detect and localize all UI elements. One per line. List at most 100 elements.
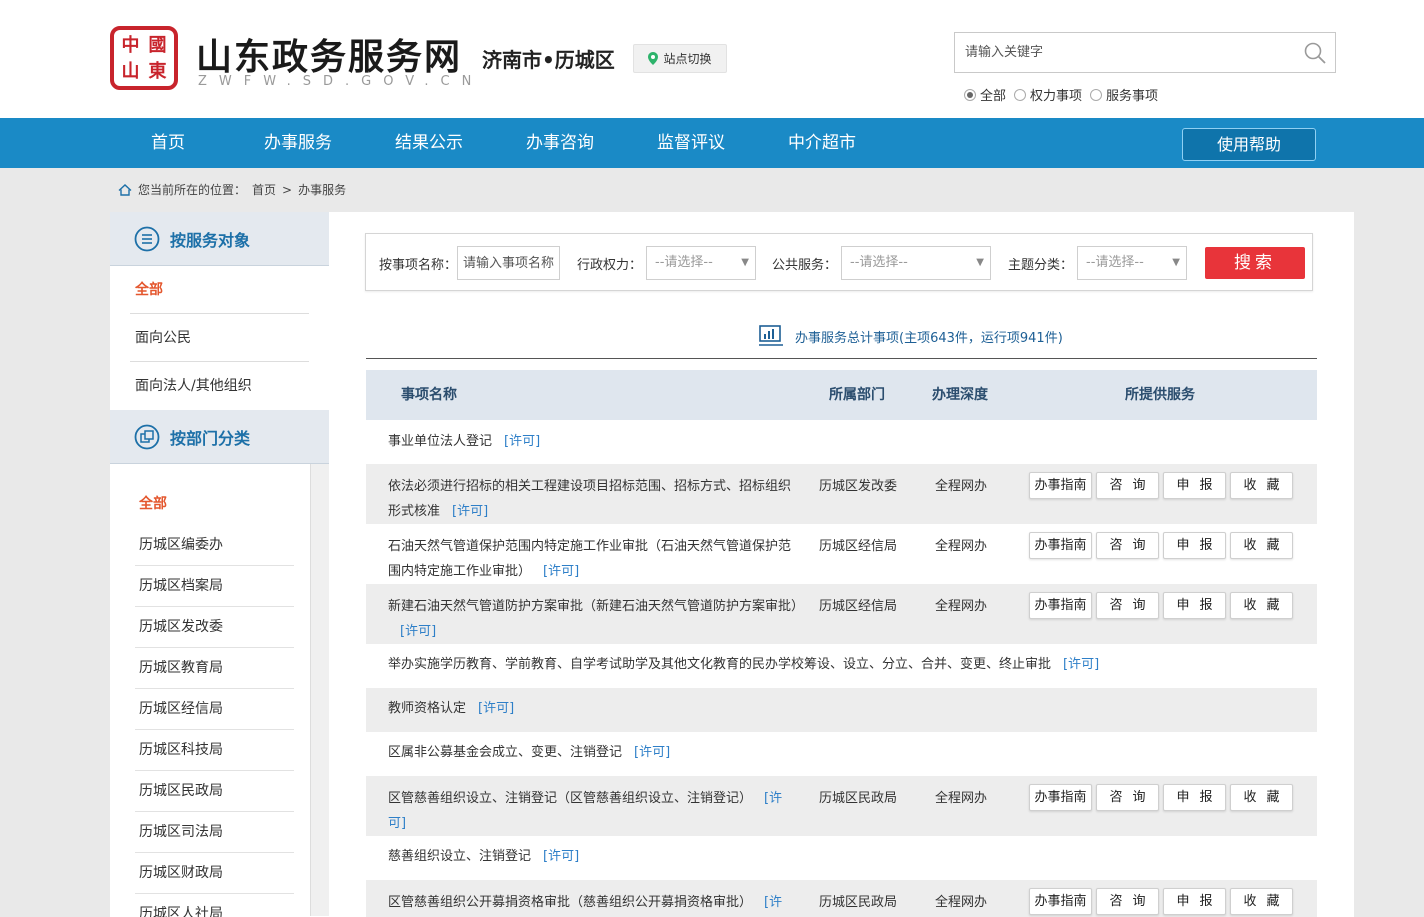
favorite-button[interactable]: 收藏 [1230,592,1293,619]
consult-button[interactable]: 咨询 [1096,784,1159,811]
object-item-legal[interactable]: 面向法人/其他组织 [130,362,309,410]
search-icon[interactable] [1295,33,1335,72]
public-filter-select[interactable]: --请选择-- ▼ [841,246,991,280]
item-depth: 全程网办 [935,539,988,554]
item-title: 新建石油天然气管道防护方案审批（新建石油天然气管道防护方案审批） [388,599,805,614]
scope-label: 服务事项 [1106,89,1159,104]
object-item-citizen[interactable]: 面向公民 [130,314,309,362]
item-name[interactable]: 区管慈善组织公开募捐资格审批（慈善组织公开募捐资格审批）[许可] [388,890,798,917]
item-title: 慈善组织设立、注销登记 [388,849,532,864]
dept-item[interactable]: 历城区经信局 [135,689,294,730]
item-name[interactable]: 区管慈善组织设立、注销登记（区管慈善组织设立、注销登记） [许可] [388,786,798,836]
by-object-header: 按服务对象 [110,212,329,266]
favorite-button[interactable]: 收藏 [1230,472,1293,499]
item-name[interactable]: 新建石油天然气管道防护方案审批（新建石油天然气管道防护方案审批） [许可] [388,594,804,644]
dept-item[interactable]: 历城区教育局 [135,648,294,689]
dept-item[interactable]: 历城区司法局 [135,812,294,853]
apply-button[interactable]: 申报 [1163,592,1226,619]
radio-icon [1090,88,1103,101]
item-name[interactable]: 慈善组织设立、注销登记 [许可] [388,844,798,869]
scope-option-all[interactable]: 全部 [964,85,1006,104]
favorite-button[interactable]: 收藏 [1230,532,1293,559]
dept-scrollbar[interactable] [310,464,329,916]
topic-filter-select[interactable]: --请选择-- ▼ [1077,246,1187,280]
site-title[interactable]: 山东政务服务网 [196,28,462,80]
filter-search-button[interactable]: 搜索 [1205,247,1305,279]
nav-item-consult[interactable]: 办事咨询 [526,118,594,168]
table-row: 新建石油天然气管道防护方案审批（新建石油天然气管道防护方案审批） [许可] 历城区… [366,584,1317,644]
item-title: 区属非公募基金会成立、变更、注销登记 [388,745,623,760]
apply-button[interactable]: 申报 [1163,888,1226,915]
nav-item-results[interactable]: 结果公示 [395,118,463,168]
item-name[interactable]: 举办实施学历教育、学前教育、自学考试助学及其他文化教育的民办学校筹设、设立、分立… [388,652,1288,677]
home-icon [118,183,132,196]
dept-item[interactable]: 历城区人社局 [135,894,294,917]
dept-item[interactable]: 历城区财政局 [135,853,294,894]
apply-button[interactable]: 申报 [1163,472,1226,499]
table-row: 事业单位法人登记 [许可] [366,420,1317,464]
consult-button[interactable]: 咨询 [1096,888,1159,915]
by-dept-title: 按部门分类 [170,428,251,448]
favorite-button[interactable]: 收藏 [1230,784,1293,811]
topic-filter-label: 主题分类： [1008,258,1074,273]
item-tag: [许可] [543,564,580,579]
name-filter-input[interactable] [457,246,560,280]
global-search-input[interactable] [955,33,1295,72]
guide-button[interactable]: 办事指南 [1029,532,1092,559]
col-header-services: 所提供服务 [1125,387,1195,403]
seal-char: 山 [121,61,140,82]
scope-option-power[interactable]: 权力事项 [1014,85,1082,104]
consult-button[interactable]: 咨询 [1096,532,1159,559]
item-depth: 全程网办 [935,895,988,910]
item-tag: [许可] [478,701,515,716]
dept-item-all[interactable]: 全部 [135,484,294,525]
radio-icon [1014,88,1027,101]
help-button[interactable]: 使用帮助 [1182,128,1316,161]
stats-divider [366,358,1317,359]
guide-button[interactable]: 办事指南 [1029,472,1092,499]
item-tag: [许可] [1063,657,1100,672]
guide-button[interactable]: 办事指南 [1029,592,1092,619]
object-item-all[interactable]: 全部 [130,266,309,314]
select-value: --请选择-- [850,255,908,270]
dept-list: 全部 历城区编委办 历城区档案局 历城区发改委 历城区教育局 历城区经信局 历城… [110,464,329,917]
admin-filter-select[interactable]: --请选择-- ▼ [646,246,756,280]
nav-item-agency-market[interactable]: 中介超市 [788,118,856,168]
favorite-button[interactable]: 收藏 [1230,888,1293,915]
nav-item-home[interactable]: 首页 [151,118,185,168]
dept-item[interactable]: 历城区档案局 [135,566,294,607]
item-name[interactable]: 依法必须进行招标的相关工程建设项目招标范围、招标方式、招标组织形式核准 [许可] [388,474,798,524]
item-dept: 历城区经信局 [819,539,898,554]
site-logo-seal[interactable]: 中 國 山 東 [110,26,178,90]
switch-site-button[interactable]: 站点切换 [633,44,727,73]
item-tag: [许可] [543,849,580,864]
scope-option-service[interactable]: 服务事项 [1090,85,1158,104]
consult-button[interactable]: 咨询 [1096,592,1159,619]
dept-item[interactable]: 历城区发改委 [135,607,294,648]
dept-item[interactable]: 历城区民政局 [135,771,294,812]
public-filter-label: 公共服务： [772,258,838,273]
item-tag: [许可] [504,434,541,449]
item-dept: 历城区民政局 [819,791,898,806]
item-name[interactable]: 事业单位法人登记 [许可] [388,429,798,454]
radio-icon [964,88,976,101]
guide-button[interactable]: 办事指南 [1029,888,1092,915]
breadcrumb-home[interactable]: 首页 [252,181,276,198]
guide-button[interactable]: 办事指南 [1029,784,1092,811]
consult-button[interactable]: 咨询 [1096,472,1159,499]
dept-item[interactable]: 历城区编委办 [135,525,294,566]
item-name[interactable]: 石油天然气管道保护范围内特定施工作业审批（石油天然气管道保护范围内特定施工作业审… [388,534,798,584]
nav-item-services[interactable]: 办事服务 [264,118,332,168]
item-depth: 全程网办 [935,479,988,494]
list-circle-icon [134,226,160,251]
item-dept: 历城区经信局 [819,599,898,614]
apply-button[interactable]: 申报 [1163,532,1226,559]
item-actions: 办事指南 咨询 申报 收藏 [1029,784,1293,811]
nav-item-supervise[interactable]: 监督评议 [657,118,725,168]
dept-item[interactable]: 历城区科技局 [135,730,294,771]
stats-summary: 办事服务总计事项(主项643件，运行项941件) [759,325,1063,347]
site-domain: ZWFW.SD.GOV.CN [198,74,484,89]
item-name[interactable]: 区属非公募基金会成立、变更、注销登记 [许可] [388,740,798,765]
item-name[interactable]: 教师资格认定 [许可] [388,696,798,721]
apply-button[interactable]: 申报 [1163,784,1226,811]
